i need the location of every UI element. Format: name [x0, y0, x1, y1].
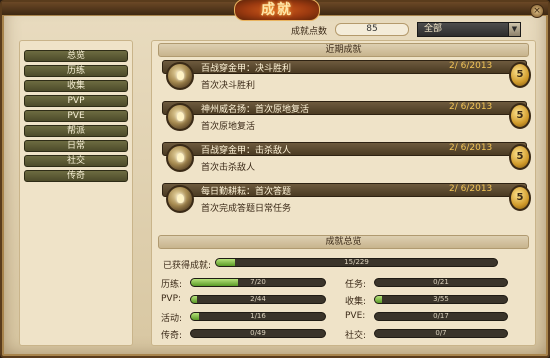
achievement-points-badge: 5: [509, 103, 531, 129]
points-value: 85: [335, 23, 409, 36]
stat-bar-social: 0/7: [374, 329, 508, 338]
overall-progress-label: 已获得成就:: [163, 261, 212, 271]
stat-label-pvp: PVP:: [161, 294, 182, 304]
achievement-window: 成就 × 成就点数 85 全部 ▼ 总览 历练 收集 PVP PVE 帮派 日常…: [0, 0, 550, 358]
sidebar-item-social[interactable]: 社交: [24, 155, 128, 167]
stat-text: 0/21: [433, 278, 449, 286]
stat-text: 2/44: [250, 295, 266, 303]
stat-text: 0/17: [433, 312, 449, 320]
trophy-icon: [166, 185, 194, 213]
achievement-row[interactable]: 神州威名扬：首次原地复活 2/ 6/2013 首次原地复活 5: [162, 101, 531, 135]
achievement-row[interactable]: 百战穿金甲：决斗胜利 2/ 6/2013 首次决斗胜利 5: [162, 60, 531, 94]
stat-label-legend: 传奇:: [161, 331, 183, 341]
achievement-panel: 近期成就 百战穿金甲：决斗胜利 2/ 6/2013 首次决斗胜利 5 神州威名扬…: [151, 40, 536, 346]
achievement-row[interactable]: 百战穿金甲：击杀敌人 2/ 6/2013 首次击杀敌人 5: [162, 142, 531, 176]
close-button[interactable]: ×: [530, 4, 544, 18]
stat-text: 0/49: [250, 329, 266, 337]
points-label: 成就点数: [291, 27, 328, 37]
achievement-date: 2/ 6/2013: [449, 102, 493, 112]
sidebar-item-collection[interactable]: 收集: [24, 80, 128, 92]
stat-label-collection: 收集:: [345, 297, 367, 307]
sidebar-item-legend[interactable]: 传奇: [24, 170, 128, 182]
stat-label-social: 社交:: [345, 331, 367, 341]
achievement-date: 2/ 6/2013: [449, 143, 493, 153]
stat-bar-collection: 3/55: [374, 295, 508, 304]
trophy-icon: [166, 144, 194, 172]
achievement-desc: 首次完成答题日常任务: [201, 204, 292, 214]
sidebar-item-experience[interactable]: 历练: [24, 65, 128, 77]
achievement-points-badge: 5: [509, 185, 531, 211]
sidebar-item-daily[interactable]: 日常: [24, 140, 128, 152]
stat-bar-quest: 0/21: [374, 278, 508, 287]
stat-label-experience: 历练:: [161, 280, 183, 290]
chevron-down-icon[interactable]: ▼: [508, 22, 521, 37]
achievement-name: 百战穿金甲：击杀敌人: [201, 146, 292, 156]
stat-bar-legend: 0/49: [190, 329, 326, 338]
stat-bar-activity: 1/16: [190, 312, 326, 321]
stat-label-quest: 任务:: [345, 280, 367, 290]
stat-bar-experience: 7/20: [190, 278, 326, 287]
trophy-icon: [166, 103, 194, 131]
recent-achievements-header: 近期成就: [158, 43, 529, 57]
stat-bar-pvp: 2/44: [190, 295, 326, 304]
stat-text: 3/55: [433, 295, 449, 303]
stat-label-activity: 活动:: [161, 314, 183, 324]
achievement-points-badge: 5: [509, 62, 531, 88]
stat-bar-pve: 0/17: [374, 312, 508, 321]
achievement-points-badge: 5: [509, 144, 531, 170]
achievement-date: 2/ 6/2013: [449, 61, 493, 71]
stat-text: 1/16: [250, 312, 266, 320]
trophy-icon: [166, 62, 194, 90]
sidebar-item-guild[interactable]: 帮派: [24, 125, 128, 137]
achievement-row[interactable]: 每日勤耕耘：首次答题 2/ 6/2013 首次完成答题日常任务 5: [162, 183, 531, 217]
window-title: 成就: [234, 0, 320, 21]
stat-text: 0/7: [435, 329, 447, 337]
achievement-name: 每日勤耕耘：首次答题: [201, 187, 292, 197]
achievement-desc: 首次决斗胜利: [201, 81, 256, 91]
achievement-name: 百战穿金甲：决斗胜利: [201, 64, 292, 74]
sidebar-item-pvp[interactable]: PVP: [24, 95, 128, 107]
category-sidebar: 总览 历练 收集 PVP PVE 帮派 日常 社交 传奇: [19, 40, 133, 346]
overall-progress-bar: 15/229: [215, 258, 498, 267]
sidebar-item-overview[interactable]: 总览: [24, 50, 128, 62]
overall-progress-text: 15/229: [344, 258, 369, 266]
sidebar-item-pve[interactable]: PVE: [24, 110, 128, 122]
achievement-desc: 首次原地复活: [201, 122, 256, 132]
stat-label-pve: PVE:: [345, 311, 366, 321]
summary-header: 成就总览: [158, 235, 529, 249]
filter-dropdown[interactable]: 全部: [417, 22, 509, 37]
stat-text: 7/20: [250, 278, 266, 286]
achievement-desc: 首次击杀敌人: [201, 163, 256, 173]
achievement-name: 神州威名扬：首次原地复活: [201, 105, 310, 115]
achievement-date: 2/ 6/2013: [449, 184, 493, 194]
